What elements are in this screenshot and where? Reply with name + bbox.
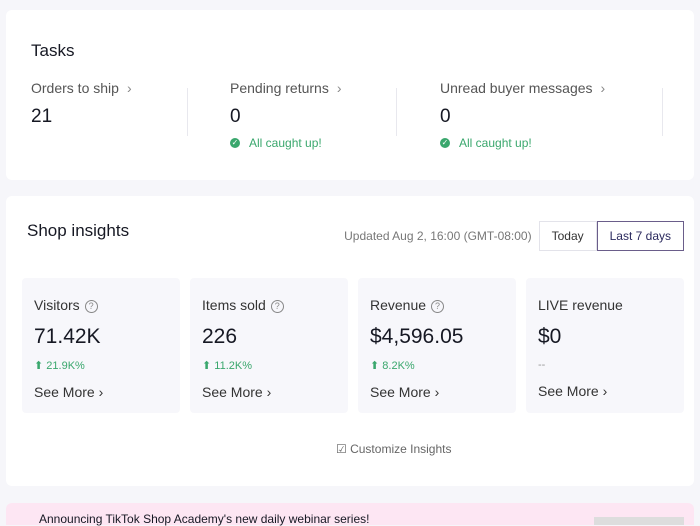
metric-change: 21.9K%: [46, 360, 85, 372]
task-value: 0: [230, 106, 241, 127]
task-label: Unread buyer messages: [440, 80, 593, 96]
task-pending-returns[interactable]: Pending returns › 0 ✓ All caught up!: [230, 80, 342, 150]
metric-label: Revenue: [370, 297, 427, 313]
chevron-right-icon: ›: [266, 384, 272, 400]
metric-value: 226: [202, 325, 238, 348]
metric-label: Items sold: [202, 297, 266, 313]
banner-text: Announcing TikTok Shop Academy's new dai…: [39, 512, 370, 526]
range-today-button[interactable]: Today: [538, 221, 597, 251]
see-more-label: See More: [538, 383, 599, 399]
task-value: 21: [31, 106, 53, 127]
metric-visitors: Visitors? 71.42K ⬆ 21.9K% See More ›: [22, 278, 180, 413]
metric-change: 8.2K%: [382, 360, 415, 372]
task-status: All caught up!: [249, 136, 322, 150]
divider: [662, 88, 663, 136]
metric-value: 71.42K: [34, 325, 101, 348]
updated-time: Updated Aug 2, 16:00 (GMT-08:00): [344, 229, 532, 243]
help-icon[interactable]: ?: [431, 300, 445, 313]
metric-label: LIVE revenue: [538, 297, 623, 313]
tasks-card: Tasks Orders to ship › 21 Pending returns…: [6, 10, 694, 180]
see-more-link[interactable]: See More ›: [202, 384, 336, 400]
insights-title: Shop insights: [27, 221, 130, 240]
help-icon[interactable]: ?: [84, 300, 98, 313]
metric-value: $4,596.05: [370, 325, 464, 348]
task-label: Orders to ship: [31, 80, 119, 96]
arrow-up-icon: ⬆: [370, 360, 383, 372]
see-more-label: See More: [370, 384, 431, 400]
help-icon[interactable]: ?: [270, 300, 284, 313]
tasks-title: Tasks: [31, 41, 75, 60]
metric-change: 11.2K%: [214, 360, 252, 372]
divider: [396, 88, 397, 136]
chevron-right-icon: ›: [600, 80, 606, 96]
metric-revenue: Revenue? $4,596.05 ⬆ 8.2K% See More ›: [358, 278, 516, 413]
customize-label: Customize Insights: [350, 442, 452, 456]
customize-insights-button[interactable]: ☑ Customize Insights: [336, 442, 451, 456]
metric-label: Visitors: [34, 297, 80, 313]
chevron-right-icon: ›: [434, 384, 440, 400]
shop-insights-card: Shop insights Updated Aug 2, 16:00 (GMT-…: [6, 196, 694, 486]
see-more-link[interactable]: See More ›: [370, 384, 504, 400]
metric-live-revenue: LIVE revenue $0 -- See More ›: [526, 278, 684, 413]
metric-change: --: [538, 359, 546, 371]
announcement-banner: Announcing TikTok Shop Academy's new dai…: [6, 503, 694, 525]
task-unread-messages[interactable]: Unread buyer messages › 0 ✓ All caught up!: [440, 80, 605, 150]
task-status: All caught up!: [459, 136, 532, 150]
metric-items-sold: Items sold? 226 ⬆ 11.2K% See More ›: [190, 278, 348, 413]
chevron-right-icon: ›: [602, 383, 608, 399]
chevron-right-icon: ›: [98, 384, 104, 400]
date-range-bar: Updated Aug 2, 16:00 (GMT-08:00) Today L…: [344, 221, 684, 251]
task-orders-to-ship[interactable]: Orders to ship › 21: [31, 80, 132, 128]
see-more-link[interactable]: See More ›: [34, 384, 168, 400]
task-label: Pending returns: [230, 80, 329, 96]
range-last-7-days-button[interactable]: Last 7 days: [596, 221, 684, 251]
arrow-up-icon: ⬆: [34, 360, 47, 372]
chevron-right-icon: ›: [126, 80, 132, 96]
chevron-right-icon: ›: [336, 80, 342, 96]
see-more-label: See More: [202, 384, 263, 400]
metric-value: $0: [538, 325, 562, 348]
banner-image: [594, 517, 684, 525]
check-circle-icon: ✓: [440, 138, 450, 148]
see-more-label: See More: [34, 384, 95, 400]
edit-icon: ☑: [336, 442, 351, 456]
divider: [187, 88, 188, 136]
task-value: 0: [440, 106, 451, 127]
see-more-link[interactable]: See More ›: [538, 383, 672, 399]
check-circle-icon: ✓: [230, 138, 240, 148]
arrow-up-icon: ⬆: [202, 360, 215, 372]
